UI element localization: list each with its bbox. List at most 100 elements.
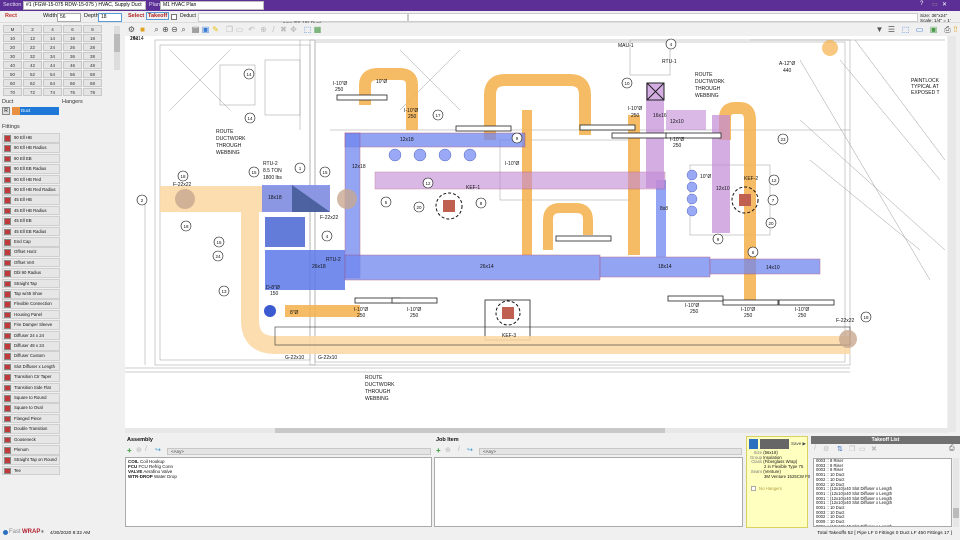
deduct-checkbox[interactable]: [171, 14, 177, 20]
fitting-item[interactable]: Gooseneck: [2, 434, 60, 445]
size-cell[interactable]: 52: [23, 70, 42, 78]
save-button[interactable]: Save ▶: [791, 441, 806, 447]
fitting-item[interactable]: Plenum: [2, 445, 60, 455]
size-cell[interactable]: 8: [83, 25, 102, 33]
size-cell[interactable]: 56: [63, 70, 82, 78]
fitting-item[interactable]: Straight Tap on Round: [2, 455, 60, 465]
paste-icon[interactable]: ▭: [859, 445, 866, 453]
fitting-item[interactable]: 45 Ell EB: [2, 216, 60, 226]
fitting-item[interactable]: 90 Ell EB: [2, 153, 60, 164]
size-cell[interactable]: 50: [3, 70, 22, 78]
size-cell[interactable]: 70: [3, 88, 22, 96]
fitting-item[interactable]: Dbl 90 Radius: [2, 268, 60, 278]
fitting-item[interactable]: 90 Ell HB Red Radius: [2, 185, 60, 195]
size-cell[interactable]: 28: [83, 43, 102, 51]
add-job-item-icon[interactable]: +: [436, 446, 441, 455]
assembly-filter[interactable]: <Any>: [167, 448, 431, 455]
fitting-item[interactable]: Flexible Connection: [2, 299, 60, 309]
size-cell[interactable]: 46: [63, 61, 82, 69]
size-cell[interactable]: 22: [23, 43, 42, 51]
zoom-fit-icon[interactable]: ⌕: [179, 25, 188, 34]
size-cell[interactable]: 58: [83, 70, 102, 78]
fitting-item[interactable]: Diffuser 48 x 24: [2, 341, 60, 351]
size-cell[interactable]: 20: [3, 43, 22, 51]
size-cell[interactable]: 40: [3, 61, 22, 69]
fitting-item[interactable]: 45 Ell HB: [2, 195, 60, 205]
add-icon[interactable]: ⊕: [259, 25, 268, 34]
restore-button[interactable]: ▭: [932, 1, 938, 8]
fitting-item[interactable]: Offset Vert: [2, 257, 60, 268]
size-cell[interactable]: 68: [83, 79, 102, 87]
select-area-icon[interactable]: ⬚: [303, 25, 312, 34]
fitting-item[interactable]: Tap w/45 Shoe: [2, 289, 60, 299]
size-cell[interactable]: 6: [63, 25, 82, 33]
picture-icon[interactable]: ▣: [201, 25, 210, 34]
fitting-item[interactable]: Transition Side Flat: [2, 382, 60, 393]
close-button[interactable]: ✕: [942, 1, 947, 8]
size-cell[interactable]: 62: [23, 79, 42, 87]
help-button[interactable]: ?: [920, 1, 923, 7]
size-cell[interactable]: 54: [43, 70, 62, 78]
size-cell[interactable]: 60: [3, 79, 22, 87]
fitting-item[interactable]: Flanged Piece: [2, 413, 60, 424]
edit-icon[interactable]: /: [458, 446, 460, 453]
add-circle-icon[interactable]: ⊕: [445, 446, 451, 454]
drawing-canvas[interactable]: ROUTE DUCTWORK THROUGH WEBBING RTU-2 8.5 TON 1…: [125, 36, 947, 432]
size-cell[interactable]: 48: [83, 61, 102, 69]
size-cell[interactable]: 12: [23, 34, 42, 42]
grid-scrollbar[interactable]: [114, 26, 120, 70]
zoom-in-icon[interactable]: ⊕: [161, 25, 170, 34]
edit-icon[interactable]: /: [814, 445, 816, 452]
highlighter-icon[interactable]: ✎: [211, 25, 220, 34]
add-circle-icon[interactable]: ⊕: [136, 446, 142, 454]
size-cell[interactable]: 64: [43, 79, 62, 87]
image-icon[interactable]: ▤: [191, 25, 200, 34]
filter-icon[interactable]: ▼: [875, 25, 884, 34]
size-cell[interactable]: 34: [43, 52, 62, 60]
size-cell[interactable]: 78: [83, 88, 102, 96]
edit-icon[interactable]: /: [269, 25, 278, 34]
no-hangers-checkbox[interactable]: [751, 486, 756, 491]
shape-select[interactable]: Rect: [5, 13, 17, 19]
spec-name-field[interactable]: [760, 439, 789, 449]
goto-icon[interactable]: ↪: [155, 446, 161, 454]
fitting-item[interactable]: End Cap: [2, 237, 60, 247]
size-cell[interactable]: 4: [43, 25, 62, 33]
paste-icon[interactable]: ▭: [235, 25, 244, 34]
size-cell[interactable]: 76: [63, 88, 82, 96]
goto-icon[interactable]: ↪: [467, 446, 473, 454]
fitting-item[interactable]: 90 Ell HB Red: [2, 174, 60, 185]
fitting-item[interactable]: 45 Ell HB Radius: [2, 205, 60, 216]
size-cell[interactable]: M: [3, 25, 22, 33]
section-select[interactable]: #1 (FGW-15-075 RDW-15-075 ) HVAC, Supply…: [23, 1, 146, 10]
size-cell[interactable]: 2: [23, 25, 42, 33]
assembly-item[interactable]: WTR-DROP Water Drop: [128, 474, 429, 479]
fitting-item[interactable]: Transition Ctr Taper: [2, 372, 60, 382]
round-toggle-button[interactable]: R: [2, 107, 10, 115]
delete-icon[interactable]: ✖: [279, 25, 288, 34]
move-icon[interactable]: ✥: [289, 25, 298, 34]
fitting-item[interactable]: 90 Ell EB Radius: [2, 164, 60, 174]
command-input[interactable]: [408, 12, 918, 22]
sort-icon[interactable]: ⇅: [837, 445, 843, 453]
layers-icon[interactable]: ☰: [887, 25, 896, 34]
fitting-item[interactable]: 45 Ell EB Radius: [2, 226, 60, 237]
undo-icon[interactable]: ↶: [247, 25, 256, 34]
size-cell[interactable]: 38: [83, 52, 102, 60]
fitting-item[interactable]: Offset Horiz: [2, 247, 60, 257]
job-item-filter[interactable]: <Any>: [479, 448, 742, 455]
plan-select[interactable]: M1 HVAC Plan: [160, 1, 264, 10]
size-cell[interactable]: 72: [23, 88, 42, 96]
size-cell[interactable]: 66: [63, 79, 82, 87]
crop-icon[interactable]: ⬚: [901, 25, 910, 34]
duct-item-selected[interactable]: Duct: [20, 107, 59, 115]
fitting-item[interactable]: Housing Panel: [2, 309, 60, 320]
zoom-out-icon[interactable]: ⊖: [170, 25, 179, 34]
fitting-item[interactable]: Square to Oval: [2, 403, 60, 413]
edit-icon[interactable]: /: [145, 446, 147, 453]
settings-icon[interactable]: ⚙: [823, 445, 829, 453]
size-cell[interactable]: 30: [3, 52, 22, 60]
drawing-vertical-scrollbar[interactable]: [948, 36, 956, 432]
fitting-item[interactable]: Slot Diffuser x Length: [2, 361, 60, 372]
settings-icon[interactable]: ⚙: [127, 25, 136, 34]
